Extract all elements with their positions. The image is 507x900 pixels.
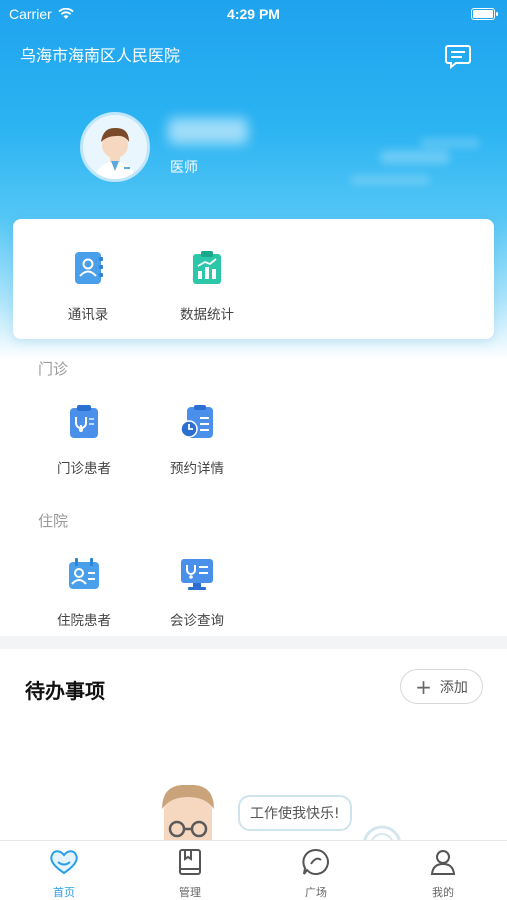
- doctor-name-redacted: [168, 118, 248, 144]
- chat-bubble-icon: [302, 848, 329, 875]
- tab-home[interactable]: 首页: [24, 847, 104, 900]
- home-heart-icon: [50, 850, 78, 875]
- todo-title: 待办事项: [25, 679, 105, 703]
- outpatient-patients-tile[interactable]: 门诊患者: [34, 403, 134, 477]
- consultation-query-tile[interactable]: 会诊查询: [147, 555, 247, 629]
- plus-icon: +: [415, 674, 432, 699]
- inpatient-patients-tile[interactable]: 住院患者: [34, 555, 134, 629]
- book-icon: [179, 849, 201, 875]
- message-icon[interactable]: [444, 42, 472, 70]
- person-icon: [430, 850, 456, 875]
- section-divider: [0, 636, 507, 649]
- tab-bar: 首页 管理 广场 我的: [0, 840, 507, 900]
- avatar[interactable]: [80, 112, 150, 182]
- doctor-role: 医师: [170, 160, 198, 176]
- appointment-details-label: 预约详情: [170, 461, 224, 477]
- consultation-query-label: 会诊查询: [170, 613, 224, 629]
- contacts-book-icon: [75, 252, 103, 284]
- data-stats-icon: [193, 251, 221, 284]
- contacts-tile[interactable]: 通讯录: [38, 249, 138, 323]
- outpatient-clipboard-icon: [70, 405, 98, 438]
- data-stats-label: 数据统计: [180, 307, 234, 323]
- add-todo-button[interactable]: + 添加: [400, 669, 483, 704]
- inpatient-section-title: 住院: [38, 512, 69, 530]
- speech-bubble: 工作使我快乐!: [238, 795, 352, 831]
- add-todo-label: 添加: [439, 679, 468, 696]
- tab-home-label: 首页: [53, 886, 75, 899]
- clock: 4:29 PM: [227, 6, 280, 22]
- hospital-name: 乌海市海南区人民医院: [20, 46, 181, 65]
- contacts-label: 通讯录: [67, 307, 109, 323]
- outpatient-section-title: 门诊: [38, 360, 69, 378]
- quick-access-card: 通讯录 数据统计: [13, 219, 494, 339]
- tab-manage-label: 管理: [179, 886, 201, 899]
- appointment-clock-icon: [180, 405, 213, 438]
- tab-manage[interactable]: 管理: [150, 847, 230, 900]
- appointment-details-tile[interactable]: 预约详情: [147, 403, 247, 477]
- outpatient-patients-label: 门诊患者: [57, 461, 111, 477]
- tab-square-label: 广场: [305, 886, 327, 899]
- status-bar: Carrier 4:29 PM: [0, 0, 507, 30]
- inpatient-card-icon: [69, 558, 99, 589]
- tab-mine-label: 我的: [432, 886, 454, 899]
- tab-mine[interactable]: 我的: [403, 847, 483, 900]
- inpatient-patients-label: 住院患者: [57, 613, 111, 629]
- tab-square[interactable]: 广场: [276, 847, 356, 900]
- battery-icon: [471, 8, 498, 20]
- data-stats-tile[interactable]: 数据统计: [157, 249, 257, 323]
- consultation-monitor-icon: [181, 559, 213, 590]
